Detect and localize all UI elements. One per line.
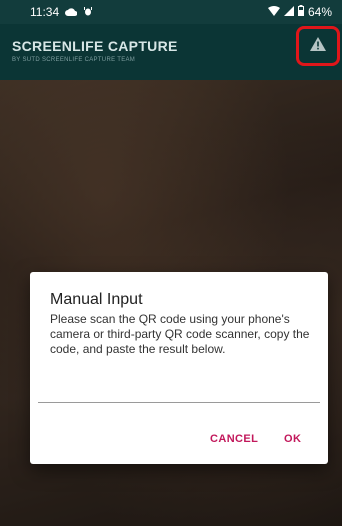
signal-icon xyxy=(283,5,294,19)
battery-icon xyxy=(297,5,304,19)
status-bar: 11:34 64% xyxy=(0,0,342,24)
ok-button[interactable]: OK xyxy=(284,433,301,445)
battery-percent: 64% xyxy=(307,5,332,19)
bug-icon xyxy=(83,5,93,19)
status-left: 11:34 xyxy=(30,5,93,19)
app-title: SCREENLIFE CAPTURE xyxy=(12,38,178,54)
app-subtitle: BY SUTD SCREENLIFE CAPTURE TEAM xyxy=(12,57,136,63)
status-right: 64% xyxy=(267,5,332,19)
code-input[interactable] xyxy=(38,380,320,402)
dialog-title: Manual Input xyxy=(50,291,143,308)
warning-icon xyxy=(310,36,326,56)
warning-button[interactable] xyxy=(296,26,340,66)
status-time: 11:34 xyxy=(30,5,60,19)
cloud-icon xyxy=(65,5,78,19)
dialog-message: Please scan the QR code using your phone… xyxy=(50,312,310,356)
input-underline xyxy=(38,402,320,403)
app-bar: SCREENLIFE CAPTURE BY SUTD SCREENLIFE CA… xyxy=(0,24,342,80)
manual-input-dialog: Manual Input Please scan the QR code usi… xyxy=(30,272,328,464)
cancel-button[interactable]: CANCEL xyxy=(210,433,258,445)
wifi-icon xyxy=(267,5,280,19)
